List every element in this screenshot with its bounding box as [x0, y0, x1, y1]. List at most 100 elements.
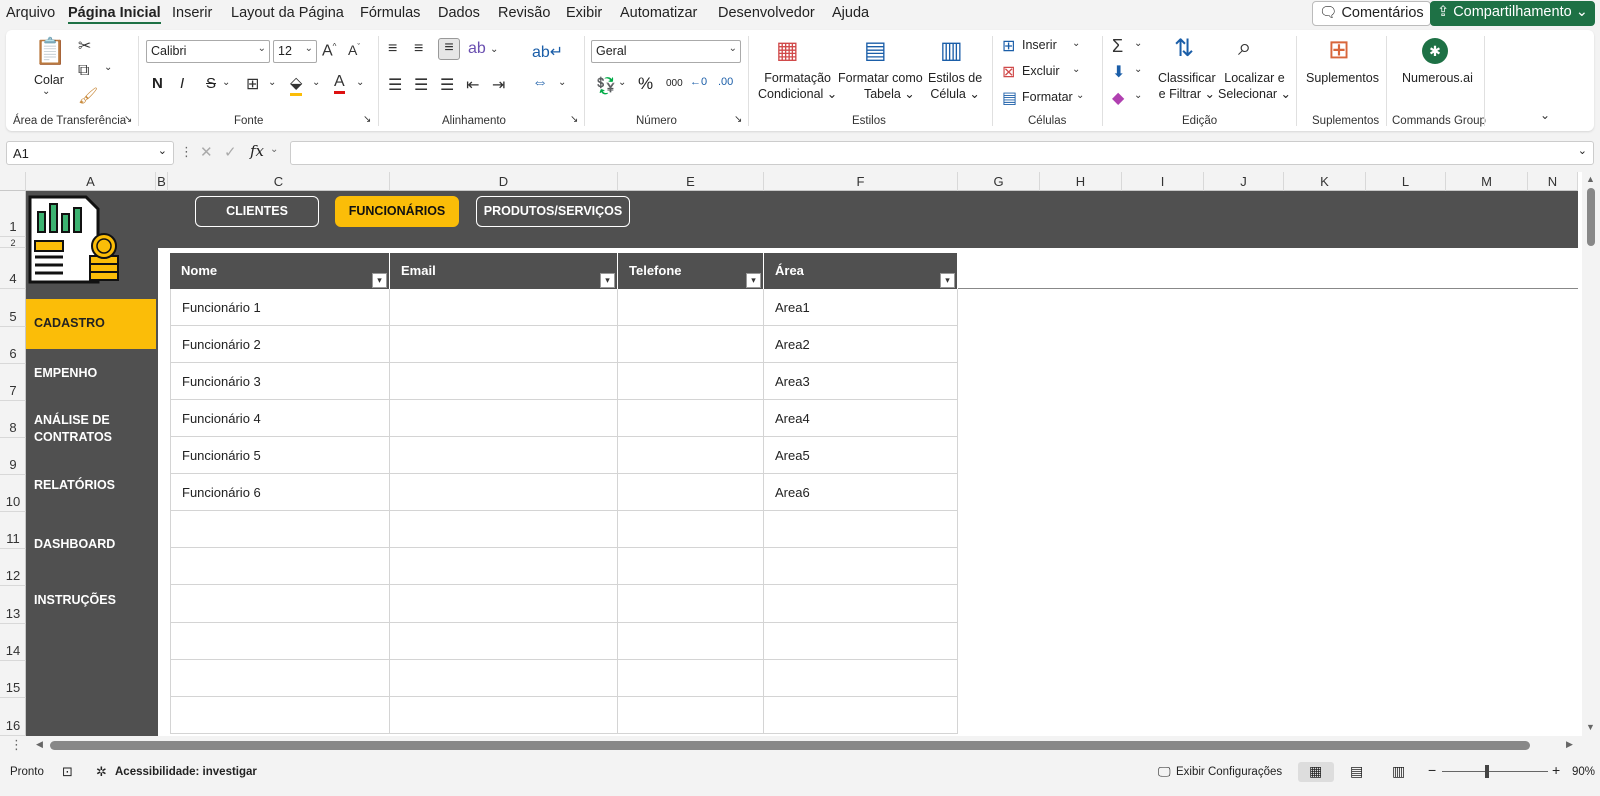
col-header-f[interactable]: F [764, 172, 958, 191]
col-header-i[interactable]: I [1122, 172, 1204, 191]
dialog-launcher-icon[interactable]: ↘ [570, 114, 578, 125]
table-cell-area[interactable] [764, 585, 958, 623]
font-color-icon[interactable]: A [334, 73, 345, 94]
decrease-font-icon[interactable]: Aˇ [348, 42, 360, 58]
more-icon[interactable]: ⋮ [180, 144, 193, 160]
table-cell-area[interactable] [764, 660, 958, 697]
filter-dropdown-icon[interactable]: ▾ [372, 273, 387, 288]
format-cells-icon[interactable]: ▤ [1002, 88, 1017, 108]
col-header-h[interactable]: H [1040, 172, 1122, 191]
scroll-left-icon[interactable]: ◀ [36, 739, 43, 750]
table-cell-telefone[interactable] [618, 660, 764, 697]
table-cell-email[interactable] [390, 623, 618, 660]
delete-cells-icon[interactable]: ⊠ [1002, 62, 1015, 82]
worksheet-grid[interactable]: A B C D E F G H I J K L M N CLIENTES FUN… [0, 172, 1600, 736]
table-cell-area[interactable]: Area6 [764, 474, 958, 511]
table-cell-nome[interactable] [170, 623, 390, 660]
bold-button[interactable]: N [152, 75, 163, 92]
row-header[interactable]: 7 [0, 364, 26, 401]
chevron-down-icon[interactable]: ⌄ [558, 77, 566, 88]
nav-funcionarios-button[interactable]: FUNCIONÁRIOS [335, 196, 459, 227]
col-header-j[interactable]: J [1204, 172, 1284, 191]
conditional-format-label[interactable]: Formatação Condicional ⌄ [758, 70, 837, 102]
chevron-down-icon[interactable]: ⌄ [312, 77, 320, 88]
zoom-slider-thumb[interactable] [1485, 765, 1489, 778]
table-cell-telefone[interactable] [618, 400, 764, 437]
page-layout-view-icon[interactable]: ▤ [1350, 763, 1363, 780]
normal-view-button[interactable]: ▦ [1298, 762, 1334, 782]
menu-layout[interactable]: Layout da Página [231, 5, 344, 21]
share-button[interactable]: ⇪ Compartilhamento ⌄ [1430, 1, 1595, 26]
filter-dropdown-icon[interactable]: ▾ [746, 273, 761, 288]
align-top-icon[interactable]: ≡ [388, 40, 397, 58]
font-name-select[interactable]: Calibri ⌄ [146, 40, 270, 63]
chevron-down-icon[interactable]: ⌄ [490, 44, 498, 55]
addins-button[interactable]: Suplementos [1306, 70, 1379, 86]
menu-dados[interactable]: Dados [438, 5, 480, 21]
table-cell-email[interactable] [390, 400, 618, 437]
table-cell-email[interactable] [390, 363, 618, 400]
increase-font-icon[interactable]: A^ [322, 42, 336, 60]
fill-color-icon[interactable]: ⬙ [290, 73, 303, 96]
vertical-scrollbar[interactable]: ▲ ▼ [1582, 172, 1600, 736]
chevron-down-icon[interactable]: ⌄ [356, 77, 364, 88]
table-header-telefone[interactable]: Telefone ▾ [618, 253, 764, 289]
row-header[interactable]: 10 [0, 475, 26, 512]
table-cell-nome[interactable]: Funcionário 4 [170, 400, 390, 437]
row-header[interactable]: 6 [0, 327, 26, 364]
align-left-icon[interactable]: ☰ [388, 75, 402, 95]
accessibility-status[interactable]: Acessibilidade: investigar [115, 766, 257, 778]
conditional-format-icon[interactable]: ▦ [776, 36, 799, 65]
sort-filter-label[interactable]: Classificar e Filtrar ⌄ [1158, 70, 1216, 102]
col-header-k[interactable]: K [1284, 172, 1366, 191]
filter-dropdown-icon[interactable]: ▾ [600, 273, 615, 288]
table-cell-telefone[interactable] [618, 437, 764, 474]
table-cell-telefone[interactable] [618, 326, 764, 363]
increase-indent-icon[interactable]: ⇥ [492, 75, 505, 95]
table-cell-email[interactable] [390, 548, 618, 585]
macro-recording-icon[interactable]: ⊡ [62, 764, 73, 780]
table-cell-area[interactable] [764, 511, 958, 548]
table-cell-area[interactable]: Area5 [764, 437, 958, 474]
table-cell-telefone[interactable] [618, 511, 764, 548]
col-header-a[interactable]: A [26, 172, 156, 191]
scroll-down-icon[interactable]: ▼ [1586, 722, 1595, 732]
currency-icon[interactable]: 💱 [596, 76, 616, 96]
table-cell-telefone[interactable] [618, 623, 764, 660]
ribbon-collapse-icon[interactable]: ⌄ [1540, 108, 1550, 122]
display-settings-icon[interactable]: 🖵 [1158, 764, 1171, 780]
menu-exibir[interactable]: Exibir [566, 5, 602, 21]
table-cell-email[interactable] [390, 437, 618, 474]
formula-input[interactable]: ⌄ [290, 141, 1594, 165]
autosum-icon[interactable]: Σ [1112, 36, 1123, 57]
name-box[interactable]: A1 ⌄ [6, 141, 174, 165]
col-header-m[interactable]: M [1446, 172, 1528, 191]
table-cell-nome[interactable] [170, 660, 390, 697]
table-cell-nome[interactable] [170, 511, 390, 548]
chevron-down-icon[interactable]: ⌄ [1134, 90, 1142, 101]
menu-automatizar[interactable]: Automatizar [620, 5, 697, 21]
zoom-level[interactable]: 90% [1572, 766, 1595, 778]
table-cell-nome[interactable]: Funcionário 2 [170, 326, 390, 363]
table-cell-area[interactable] [764, 697, 958, 734]
numerous-ai-button[interactable]: Numerous.ai [1402, 70, 1473, 86]
sort-filter-icon[interactable]: ⇅ [1174, 34, 1194, 63]
chevron-down-icon[interactable]: ⌄ [1134, 38, 1142, 49]
table-cell-nome[interactable]: Funcionário 6 [170, 474, 390, 511]
table-header-nome[interactable]: Nome ▾ [170, 253, 390, 289]
chevron-down-icon[interactable]: ⌄ [1076, 90, 1084, 101]
col-header-l[interactable]: L [1366, 172, 1446, 191]
side-nav-empenho[interactable]: EMPENHO [26, 365, 156, 385]
table-header-area[interactable]: Área ▾ [764, 253, 958, 289]
col-header-e[interactable]: E [618, 172, 764, 191]
table-header-email[interactable]: Email ▾ [390, 253, 618, 289]
table-cell-email[interactable] [390, 326, 618, 363]
table-cell-telefone[interactable] [618, 474, 764, 511]
number-format-select[interactable]: Geral ⌄ [591, 40, 741, 63]
align-bottom-icon[interactable]: ≡ [438, 38, 460, 60]
table-cell-email[interactable] [390, 585, 618, 623]
table-cell-telefone[interactable] [618, 697, 764, 734]
insert-cells-button[interactable]: Inserir [1022, 38, 1057, 52]
chevron-down-icon[interactable]: ⌄ [268, 77, 276, 88]
table-cell-telefone[interactable] [618, 585, 764, 623]
